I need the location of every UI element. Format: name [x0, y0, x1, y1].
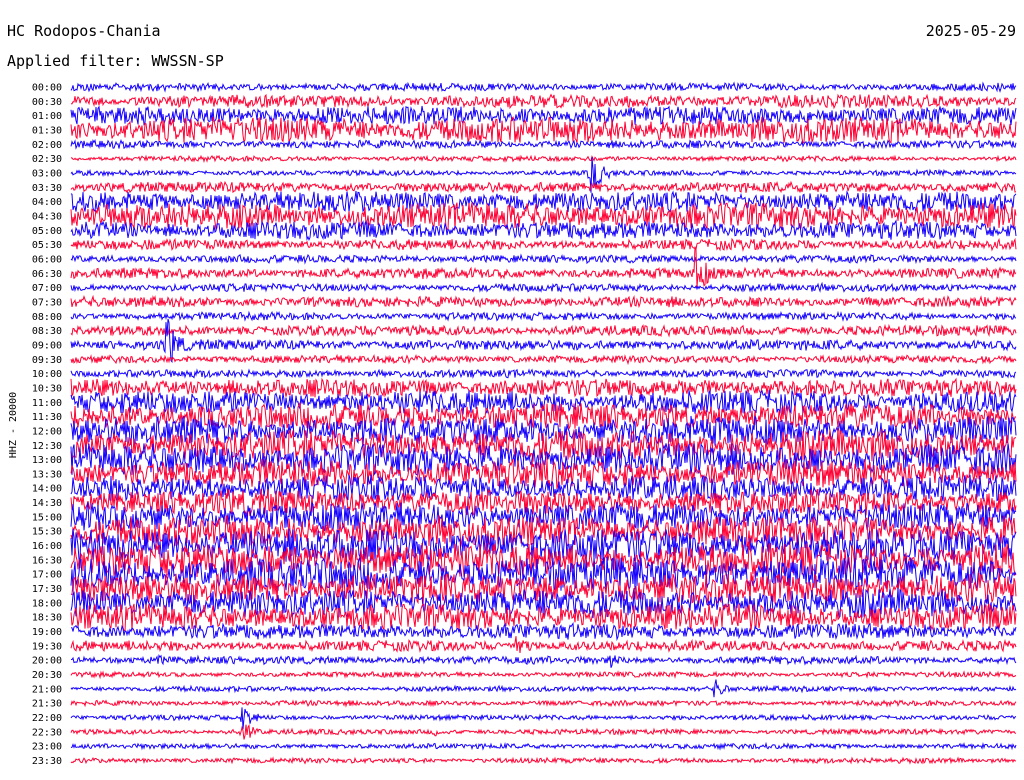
row-time-label: 06:00 — [32, 254, 62, 265]
row-time-label: 01:00 — [32, 111, 62, 122]
row-time-label: 08:00 — [32, 312, 62, 323]
row-time-label: 05:00 — [32, 226, 62, 237]
row-time-label: 03:30 — [32, 183, 62, 194]
row-time-label: 20:00 — [32, 656, 62, 667]
row-time-label: 12:00 — [32, 426, 62, 437]
row-time-label: 09:00 — [32, 340, 62, 351]
row-time-label: 17:00 — [32, 570, 62, 581]
row-time-label: 18:00 — [32, 598, 62, 609]
row-time-label: 10:30 — [32, 383, 62, 394]
row-time-label: 19:30 — [32, 641, 62, 652]
row-time-label: 23:00 — [32, 742, 62, 753]
row-time-label: 16:00 — [32, 541, 62, 552]
row-time-label: 21:00 — [32, 684, 62, 695]
row-time-label: 06:30 — [32, 269, 62, 280]
row-time-label: 11:00 — [32, 398, 62, 409]
row-time-label: 04:00 — [32, 197, 62, 208]
row-time-label: 00:30 — [32, 97, 62, 108]
row-time-label: 07:00 — [32, 283, 62, 294]
row-time-label: 16:30 — [32, 555, 62, 566]
row-time-label: 02:30 — [32, 154, 62, 165]
row-time-label: 21:30 — [32, 699, 62, 710]
row-time-label: 18:30 — [32, 613, 62, 624]
row-time-label: 05:30 — [32, 240, 62, 251]
station-title: HC Rodopos-Chania — [7, 22, 161, 40]
row-time-label: 17:30 — [32, 584, 62, 595]
row-time-label: 22:00 — [32, 713, 62, 724]
row-time-label: 23:30 — [32, 756, 62, 767]
row-time-label: 22:30 — [32, 727, 62, 738]
row-time-label: 14:00 — [32, 484, 62, 495]
y-axis-label: HHZ - 20000 — [8, 392, 19, 458]
row-time-label: 15:00 — [32, 512, 62, 523]
row-time-label: 13:30 — [32, 469, 62, 480]
row-time-label: 20:30 — [32, 670, 62, 681]
row-time-label: 09:30 — [32, 355, 62, 366]
row-time-label: 04:30 — [32, 211, 62, 222]
row-time-label: 14:30 — [32, 498, 62, 509]
row-time-label: 02:00 — [32, 140, 62, 151]
row-time-label: 13:00 — [32, 455, 62, 466]
row-time-label: 00:00 — [32, 83, 62, 94]
row-time-label: 10:00 — [32, 369, 62, 380]
filter-label: Applied filter: WWSSN-SP — [7, 52, 224, 70]
row-time-label: 08:30 — [32, 326, 62, 337]
helicorder-chart: HC Rodopos-Chania 2025-05-29 Applied fil… — [0, 0, 1024, 780]
row-time-label: 01:30 — [32, 125, 62, 136]
row-time-label: 12:30 — [32, 441, 62, 452]
date-label: 2025-05-29 — [926, 22, 1016, 40]
row-time-label: 11:30 — [32, 412, 62, 423]
row-time-label: 19:00 — [32, 627, 62, 638]
row-time-label: 15:30 — [32, 527, 62, 538]
row-time-label: 03:00 — [32, 168, 62, 179]
row-time-label: 07:30 — [32, 297, 62, 308]
